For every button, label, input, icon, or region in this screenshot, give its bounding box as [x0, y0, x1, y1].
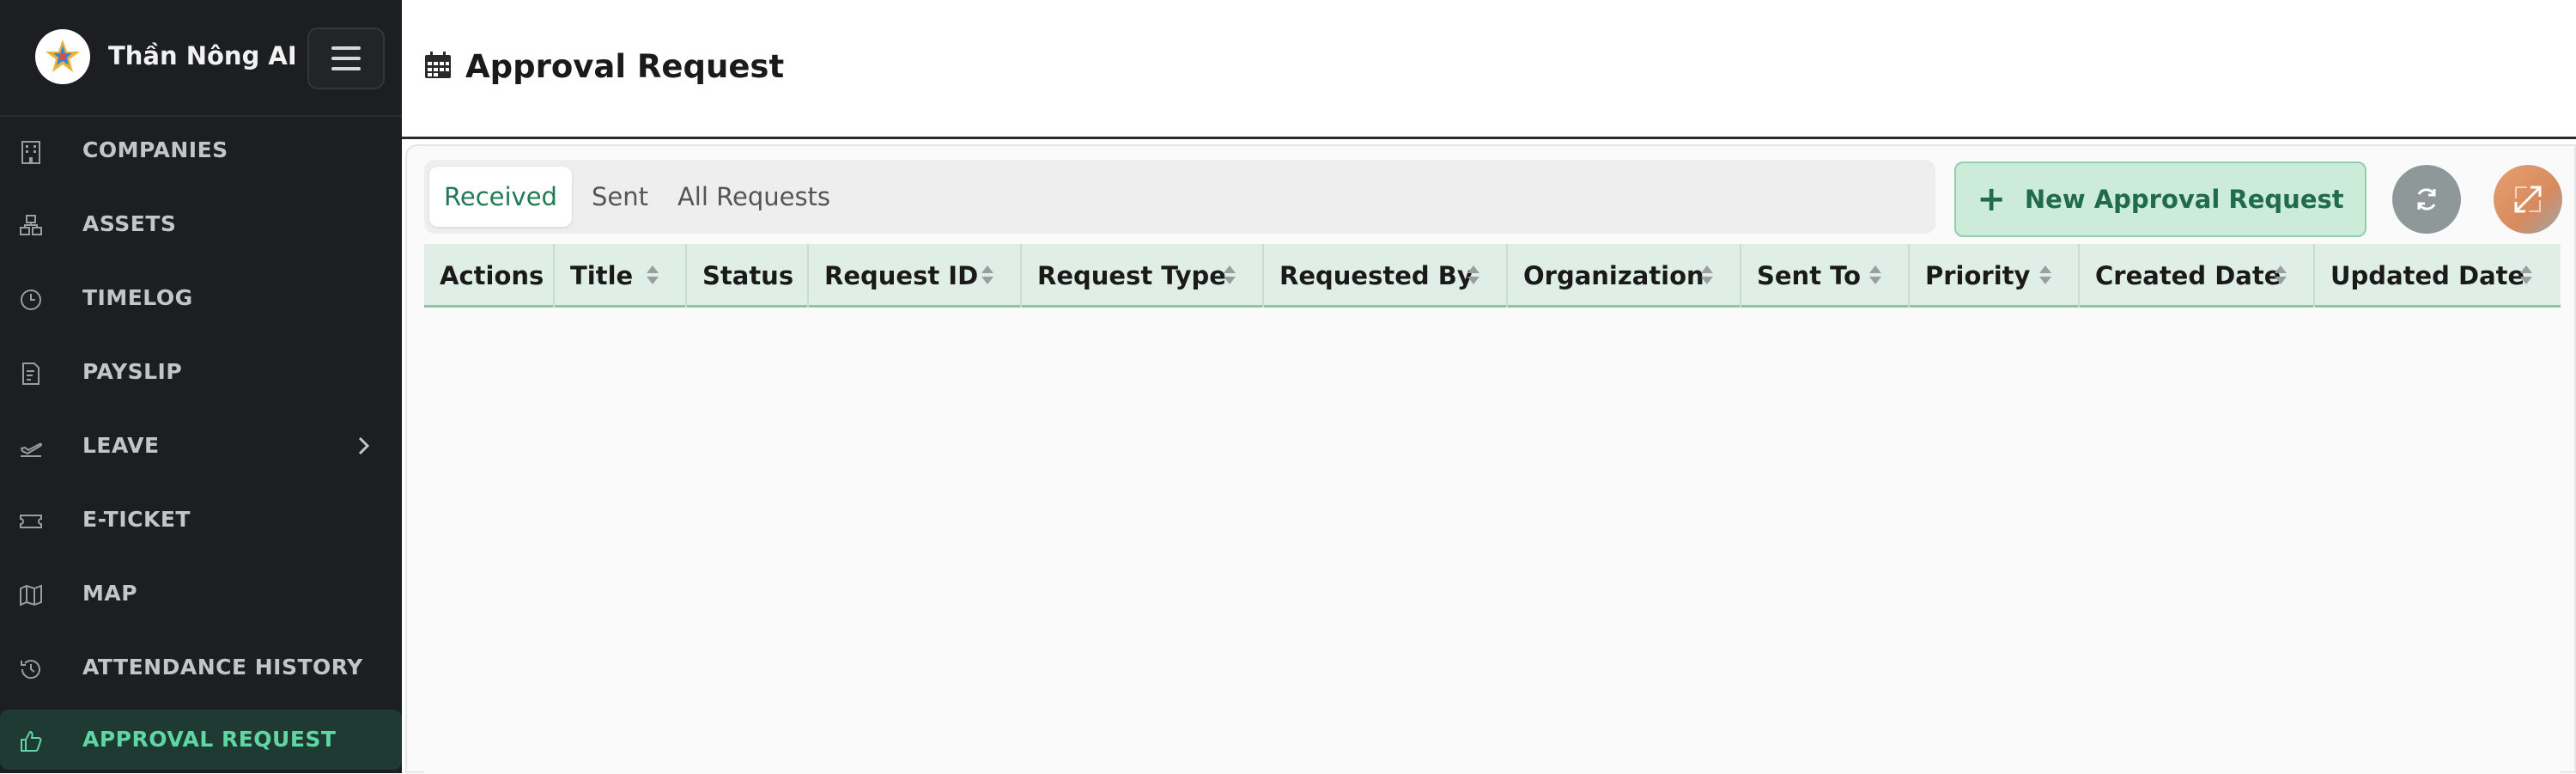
column-header-title[interactable]: Title — [555, 244, 687, 308]
brand-bar: Thần Nông AI — [0, 0, 402, 117]
sidebar-item-label: ASSETS — [82, 211, 177, 236]
tab-received[interactable]: Received — [429, 167, 572, 227]
table-body — [424, 310, 2561, 774]
column-label: Title — [570, 261, 634, 290]
column-header-organization[interactable]: Organization — [1508, 244, 1741, 308]
sidebar-item-label: APPROVAL REQUEST — [82, 727, 337, 752]
column-header-requested-by[interactable]: Requested By — [1264, 244, 1508, 308]
column-label: Organization — [1523, 261, 1704, 290]
sidebar-item-label: PAYSLIP — [82, 359, 183, 384]
star-logo-icon — [46, 40, 80, 72]
refresh-button[interactable] — [2392, 165, 2461, 234]
hamburger-icon — [331, 46, 361, 70]
plane-departure-icon — [20, 442, 43, 457]
column-label: Requested By — [1279, 261, 1473, 290]
building-icon — [21, 141, 40, 164]
new-approval-request-label: New Approval Request — [2024, 185, 2344, 214]
new-approval-request-button[interactable]: + New Approval Request — [1954, 162, 2366, 237]
column-label: Sent To — [1757, 261, 1862, 290]
sidebar-item-leave[interactable]: LEAVE — [0, 416, 402, 476]
chevron-right-icon — [358, 436, 370, 455]
column-label: Request ID — [824, 261, 979, 290]
table-header: Actions Title Status Request ID Request … — [424, 244, 2561, 308]
sort-icon[interactable] — [979, 263, 996, 287]
sidebar-item-label: E-TICKET — [82, 507, 191, 532]
map-icon — [20, 584, 42, 606]
thumbs-up-icon — [21, 730, 42, 752]
column-header-updated-date[interactable]: Updated Date — [2315, 244, 2561, 308]
app-name: Thần Nông AI — [108, 41, 297, 70]
payslip-icon — [22, 363, 39, 385]
plus-icon: + — [1977, 180, 2006, 219]
expand-button[interactable] — [2494, 165, 2562, 234]
sidebar-item-label: LEAVE — [82, 433, 160, 458]
sort-icon[interactable] — [1867, 263, 1884, 287]
sort-icon[interactable] — [1221, 263, 1238, 287]
assets-icon — [20, 215, 42, 235]
sidebar-item-companies[interactable]: COMPANIES — [0, 120, 402, 180]
clock-icon — [21, 289, 41, 310]
sort-icon[interactable] — [1465, 263, 1482, 287]
sidebar-item-timelog[interactable]: TIMELOG — [0, 268, 402, 328]
sort-icon[interactable] — [2272, 263, 2289, 287]
sort-icon[interactable] — [2518, 263, 2535, 287]
sidebar: Thần Nông AI COMPANIES ASSETS TIMELOG PA… — [0, 0, 402, 773]
column-label: Request Type — [1037, 261, 1226, 290]
column-header-request-type[interactable]: Request Type — [1022, 244, 1264, 308]
tab-all-requests[interactable]: All Requests — [668, 167, 840, 227]
column-label: Created Date — [2095, 261, 2281, 290]
sort-icon[interactable] — [2037, 263, 2054, 287]
app-logo[interactable] — [35, 29, 90, 84]
sidebar-item-attendance-history[interactable]: ATTENDANCE HISTORY — [0, 637, 402, 698]
column-header-request-id[interactable]: Request ID — [809, 244, 1022, 308]
sidebar-item-payslip[interactable]: PAYSLIP — [0, 342, 402, 402]
column-label: Actions — [440, 261, 544, 290]
page-title: Approval Request — [465, 48, 785, 85]
tab-sent[interactable]: Sent — [577, 167, 663, 227]
column-header-priority[interactable]: Priority — [1910, 244, 2080, 308]
column-label: Updated Date — [2330, 261, 2525, 290]
column-header-sent-to[interactable]: Sent To — [1741, 244, 1910, 308]
ticket-icon — [20, 515, 42, 528]
main-panel: Received Sent All Requests + New Approva… — [405, 144, 2576, 774]
sort-icon[interactable] — [644, 263, 661, 287]
calendar-icon — [425, 52, 451, 78]
column-header-actions: Actions — [424, 244, 555, 308]
sidebar-item-e-ticket[interactable]: E-TICKET — [0, 490, 402, 550]
sidebar-item-approval-request[interactable]: APPROVAL REQUEST — [0, 710, 402, 770]
sidebar-item-label: MAP — [82, 581, 138, 606]
column-header-created-date[interactable]: Created Date — [2080, 244, 2315, 308]
request-tabs: Received Sent All Requests — [424, 160, 1935, 234]
sort-icon[interactable] — [1698, 263, 1716, 287]
expand-icon — [2514, 186, 2542, 213]
sidebar-item-map[interactable]: MAP — [0, 564, 402, 624]
column-header-status: Status — [687, 244, 809, 308]
sidebar-item-assets[interactable]: ASSETS — [0, 194, 402, 254]
history-icon — [21, 660, 40, 680]
sidebar-item-label: TIMELOG — [82, 285, 193, 310]
sidebar-item-label: COMPANIES — [82, 137, 228, 162]
sidebar-item-label: ATTENDANCE HISTORY — [82, 655, 363, 680]
column-label: Status — [702, 261, 794, 290]
menu-toggle-button[interactable] — [307, 27, 385, 89]
refresh-icon — [2417, 188, 2436, 210]
page-header: Approval Request — [402, 0, 2576, 139]
column-label: Priority — [1925, 261, 2031, 290]
